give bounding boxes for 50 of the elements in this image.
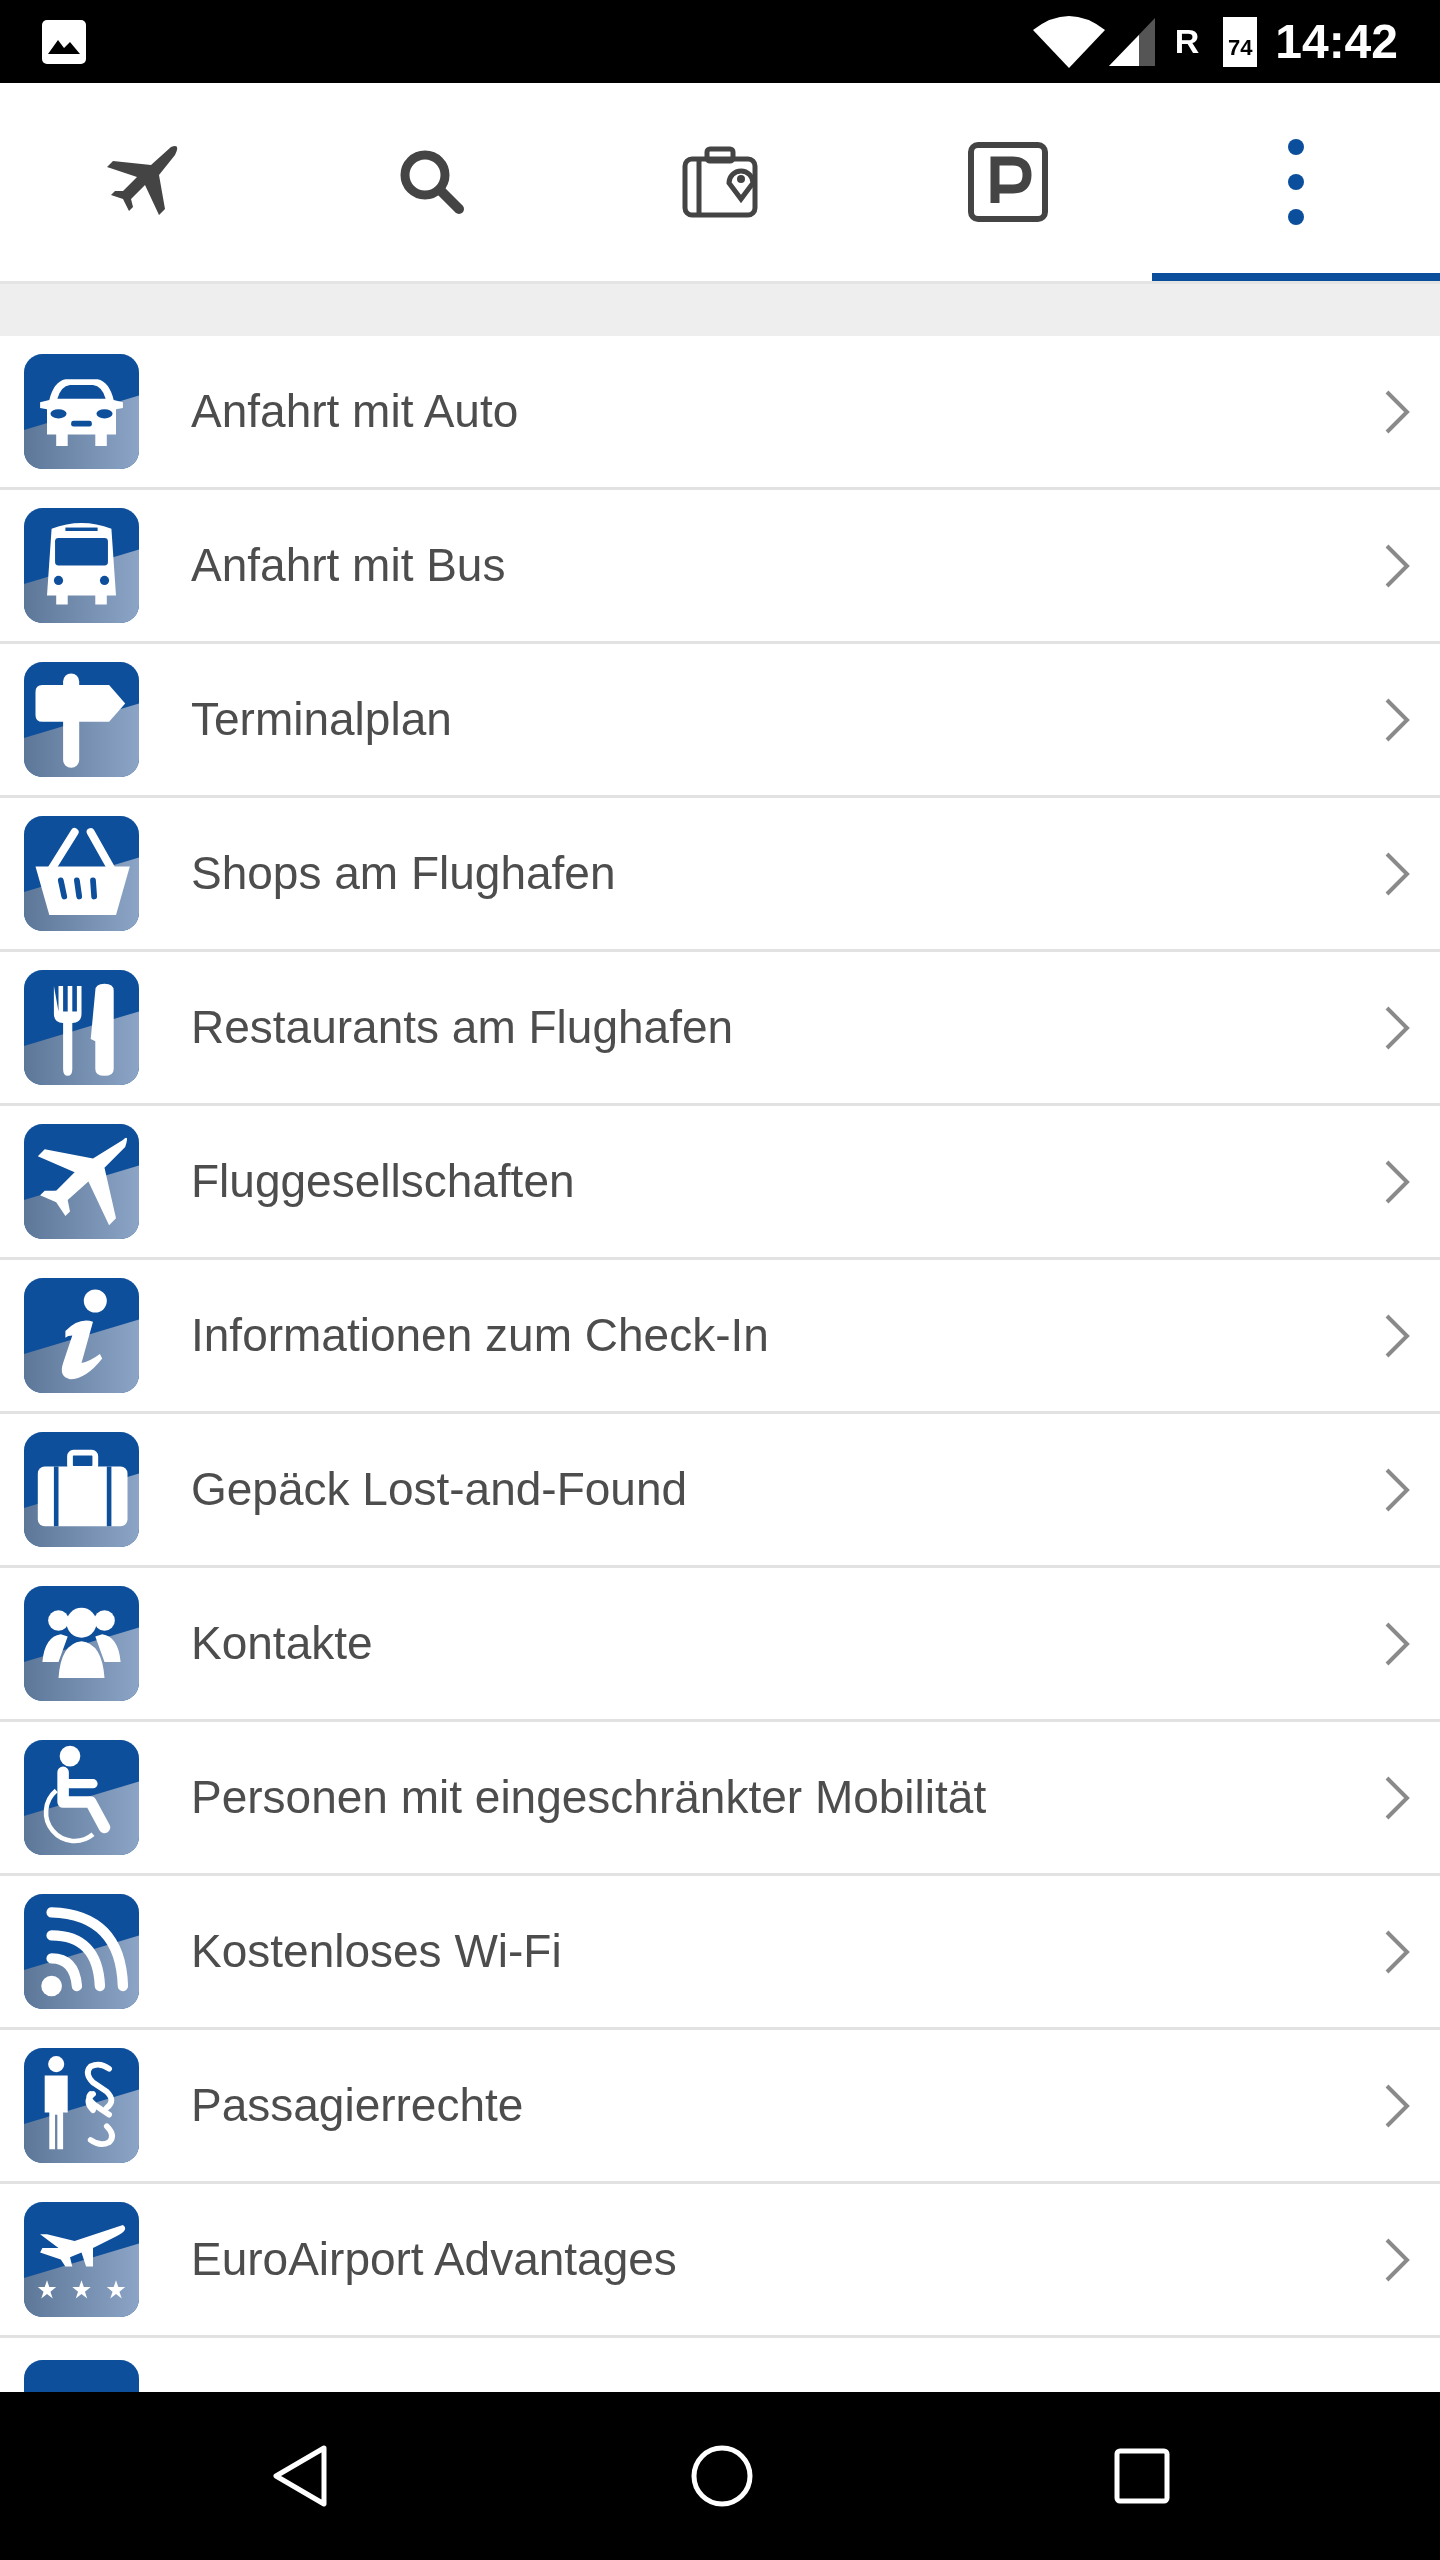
menu-label: EuroAirport Advantages (191, 2232, 678, 2287)
signpost-icon (24, 662, 139, 777)
chevron-icon (1384, 2236, 1410, 2283)
chevron-icon (1384, 1466, 1410, 1513)
menu-label: Shops am Flughafen (191, 846, 617, 901)
battery-icon: 74 (1223, 16, 1258, 67)
people-icon (24, 1586, 139, 1701)
menu-label: Restaurants am Flughafen (191, 1000, 735, 1055)
plane-stars-icon (24, 2202, 139, 2317)
menu-label: Kostenloses Wi-Fi (191, 1924, 563, 1979)
menu-label: Anfahrt mit Bus (191, 538, 507, 593)
chevron-icon (1384, 2082, 1410, 2129)
menu-label: Terminalplan (191, 692, 453, 747)
suitcase-icon (24, 1432, 139, 1547)
wifi-icon (1032, 15, 1105, 68)
person-law-icon (24, 2048, 139, 2163)
menu-label: Kontakte (191, 1616, 374, 1671)
image-icon (42, 19, 86, 64)
network-indicator: R (1174, 21, 1200, 62)
signal-icon (1108, 17, 1155, 66)
parking-icon (965, 139, 1051, 225)
info-icon (24, 1278, 139, 1393)
menu-label: Personen mit eingeschränkter Mobilität (191, 1770, 988, 1825)
menu-label: Passagierrechte (191, 2078, 525, 2133)
menu-label: Gepäck Lost-and-Found (191, 1462, 689, 1517)
home-icon[interactable] (690, 2444, 754, 2508)
chevron-icon (1384, 1312, 1410, 1359)
back-icon[interactable] (270, 2444, 330, 2508)
chevron-icon (1384, 388, 1410, 435)
chevron-icon (1384, 542, 1410, 589)
more-icon (1288, 139, 1304, 225)
clock-time: 14:42 (1275, 13, 1398, 70)
menu-label: Fluggesellschaften (191, 1154, 576, 1209)
chevron-icon (1384, 1620, 1410, 1667)
menu-label: Anfahrt mit Auto (191, 384, 520, 439)
chevron-icon (1384, 696, 1410, 743)
car-icon (24, 354, 139, 469)
utensils-icon (24, 970, 139, 1085)
menu-label: Informationen zum Check-In (191, 1308, 770, 1363)
wheelchair-icon (24, 1740, 139, 1855)
chevron-icon (1384, 1774, 1410, 1821)
chevron-icon (1384, 850, 1410, 897)
plane-icon (24, 1124, 139, 1239)
basket-icon (24, 816, 139, 931)
chevron-icon (1384, 1928, 1410, 1975)
wifi-icon (24, 1894, 139, 2009)
recents-icon[interactable] (1114, 2448, 1170, 2504)
chevron-icon (1384, 1004, 1410, 1051)
chevron-icon (1384, 1158, 1410, 1205)
bus-icon (24, 508, 139, 623)
